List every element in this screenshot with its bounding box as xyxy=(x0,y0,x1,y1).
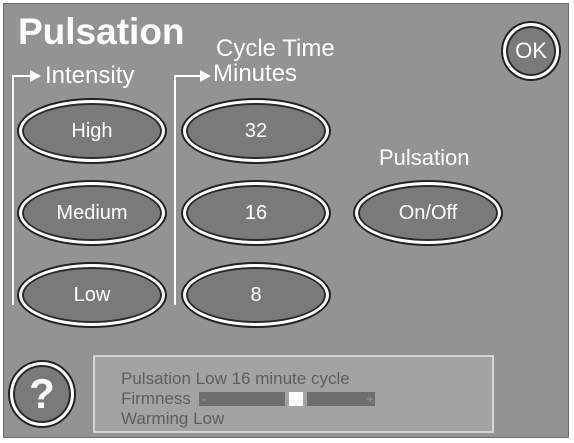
cycle-time-label: Cycle Time xyxy=(216,35,335,62)
warming-status: Warming Low xyxy=(121,409,225,428)
intensity-arrow-icon xyxy=(30,70,41,82)
firmness-bar: - + xyxy=(199,392,375,406)
status-summary: Pulsation Low 16 minute cycle xyxy=(121,369,350,388)
firmness-label: Firmness xyxy=(121,389,191,408)
intensity-high-button[interactable]: High xyxy=(19,100,165,162)
pulsation-on-off-button[interactable]: On/Off xyxy=(355,182,501,244)
help-button[interactable]: ? xyxy=(10,362,74,426)
cycle-8-button[interactable]: 8 xyxy=(183,264,329,326)
intensity-medium-button[interactable]: Medium xyxy=(19,182,165,244)
pulsation-toggle-label: Pulsation xyxy=(379,145,470,170)
cycle-16-button[interactable]: 16 xyxy=(183,182,329,244)
firmness-plus-icon: + xyxy=(366,392,374,406)
intensity-low-button[interactable]: Low xyxy=(19,264,165,326)
firmness-marker xyxy=(285,392,307,406)
intensity-label: Intensity xyxy=(45,62,135,89)
cycle-time-arrow-icon xyxy=(200,70,211,82)
cycle-time-bracket xyxy=(174,75,202,305)
cycle-32-button[interactable]: 32 xyxy=(183,100,329,162)
status-display: Pulsation Low 16 minute cycle Firmness -… xyxy=(93,355,494,433)
page-title: Pulsation xyxy=(18,11,185,52)
minutes-label: Minutes xyxy=(213,60,298,87)
firmness-minus-icon: - xyxy=(202,392,206,406)
help-icon: ? xyxy=(29,370,55,417)
ok-button[interactable]: OK xyxy=(503,23,559,79)
intensity-bracket xyxy=(12,75,32,305)
